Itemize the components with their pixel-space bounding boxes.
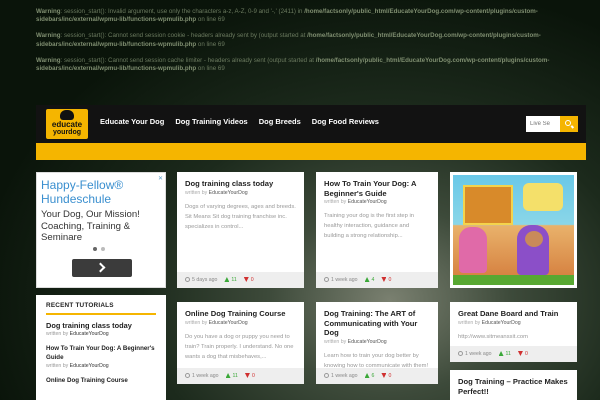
clock-icon (458, 351, 463, 356)
ad-next-button[interactable] (72, 259, 132, 277)
nav-dog-training-videos[interactable]: Dog Training Videos (175, 117, 247, 126)
ad-pagination (93, 247, 105, 251)
clock-icon (324, 277, 329, 282)
thumbs-down-icon (517, 351, 523, 356)
post-meta: 1 week ago 6 0 (316, 368, 438, 384)
ad-dot[interactable] (93, 247, 97, 251)
upvote-button[interactable]: 11 (225, 373, 238, 379)
downvote-button[interactable]: 0 (381, 277, 391, 283)
tutorial-link[interactable]: How To Train Your Dog: A Beginner's Guid… (46, 344, 156, 362)
thumbs-down-icon (381, 373, 387, 378)
recent-tutorials-widget: RECENT TUTORIALS Dog training class toda… (36, 295, 166, 400)
ad-banner[interactable]: ✕ Happy-Fellow® Hundeschule Your Dog, Ou… (36, 172, 166, 288)
upvote-button[interactable]: 4 (364, 277, 374, 283)
downvote-button[interactable]: 0 (244, 373, 255, 379)
chevron-right-icon (95, 262, 106, 273)
warning-line: Warning: session_start(): Invalid argume… (36, 8, 538, 24)
ad-body: Your Dog, Our Mission! Coaching, Trainin… (41, 209, 140, 243)
search-button[interactable] (560, 116, 578, 132)
post-card: How To Train Your Dog: A Beginner's Guid… (316, 172, 438, 288)
post-excerpt[interactable]: http://www.sitmeanssit.com (450, 326, 577, 342)
thumbs-up-icon (364, 373, 370, 378)
downvote-button[interactable]: 0 (243, 277, 254, 283)
ad-dot[interactable] (101, 247, 105, 251)
post-card: Online Dog Training Course written by Ed… (177, 302, 304, 384)
warning-line: Warning: session_start(): Cannot send se… (36, 32, 541, 48)
post-excerpt: Dogs of varying degrees, ages and breeds… (185, 203, 296, 230)
thumbs-up-icon (225, 373, 231, 378)
search-input[interactable] (526, 116, 560, 132)
post-excerpt: Do you have a dog or puppy you need to t… (185, 333, 294, 360)
clock-icon (185, 373, 190, 378)
clock-icon (185, 277, 190, 282)
warning-line: Warning: session_start(): Cannot send se… (36, 56, 550, 73)
widget-heading: RECENT TUTORIALS (46, 302, 114, 309)
post-excerpt: Training your dog is the first step in h… (324, 213, 415, 240)
upvote-button[interactable]: 11 (224, 277, 237, 283)
list-item: How To Train Your Dog: A Beginner's Guid… (46, 344, 156, 369)
tutorial-link[interactable]: Online Dog Training Course (46, 376, 156, 385)
post-card: Great Dane Board and Train written by Ed… (450, 302, 577, 362)
thumbs-down-icon (381, 277, 387, 282)
thumbs-up-icon (498, 351, 504, 356)
upvote-button[interactable]: 11 (498, 351, 511, 357)
clock-icon (324, 373, 329, 378)
cartoon-image (453, 175, 574, 285)
tutorial-link[interactable]: Dog training class today (46, 321, 156, 330)
post-title[interactable]: Great Dane Board and Train (450, 302, 577, 319)
main-nav: Educate Your Dog Dog Training Videos Dog… (100, 117, 379, 126)
post-card: Dog training class today written by Educ… (177, 172, 304, 288)
post-thumbnail[interactable] (450, 172, 577, 288)
dog-icon (60, 110, 74, 120)
site-logo[interactable]: educate yourdog (46, 109, 88, 139)
site-header: educate yourdog Educate Your Dog Dog Tra… (36, 105, 586, 143)
post-title[interactable]: Dog training class today (177, 172, 304, 189)
downvote-button[interactable]: 0 (381, 373, 391, 379)
search-box (526, 116, 578, 132)
thumbs-down-icon (243, 277, 249, 282)
post-meta: 1 week ago 11 0 (450, 346, 577, 362)
nav-dog-breeds[interactable]: Dog Breeds (259, 117, 301, 126)
ad-title[interactable]: Happy-Fellow® Hundeschule (41, 178, 165, 206)
post-card: Dog Training – Practice Makes Perfect!! (450, 370, 577, 400)
upvote-button[interactable]: 6 (364, 373, 374, 379)
search-icon (565, 120, 571, 126)
nav-dog-food-reviews[interactable]: Dog Food Reviews (312, 117, 379, 126)
post-card: Dog Training: The ART of Communicating w… (316, 302, 438, 384)
thumbs-up-icon (364, 277, 370, 282)
post-title[interactable]: Online Dog Training Course (177, 302, 304, 319)
post-title[interactable]: Dog Training – Practice Makes Perfect!! (450, 370, 577, 396)
post-title[interactable]: Dog Training: The ART of Communicating w… (316, 302, 438, 338)
nav-educate-your-dog[interactable]: Educate Your Dog (100, 117, 164, 126)
thumbs-up-icon (224, 277, 230, 282)
list-item: Online Dog Training Course (46, 376, 156, 385)
list-item: Dog training class today written by Educ… (46, 321, 156, 337)
post-meta: 1 week ago 11 0 (177, 368, 304, 384)
thumbs-down-icon (244, 373, 250, 378)
downvote-button[interactable]: 0 (517, 351, 528, 357)
post-title[interactable]: How To Train Your Dog: A Beginner's Guid… (316, 172, 438, 198)
header-accent-bar (36, 143, 586, 160)
php-warnings: Warning: session_start(): Invalid argume… (36, 8, 576, 81)
post-meta: 1 week ago 4 0 (316, 272, 438, 288)
post-meta: 5 days ago 11 0 (177, 272, 304, 288)
